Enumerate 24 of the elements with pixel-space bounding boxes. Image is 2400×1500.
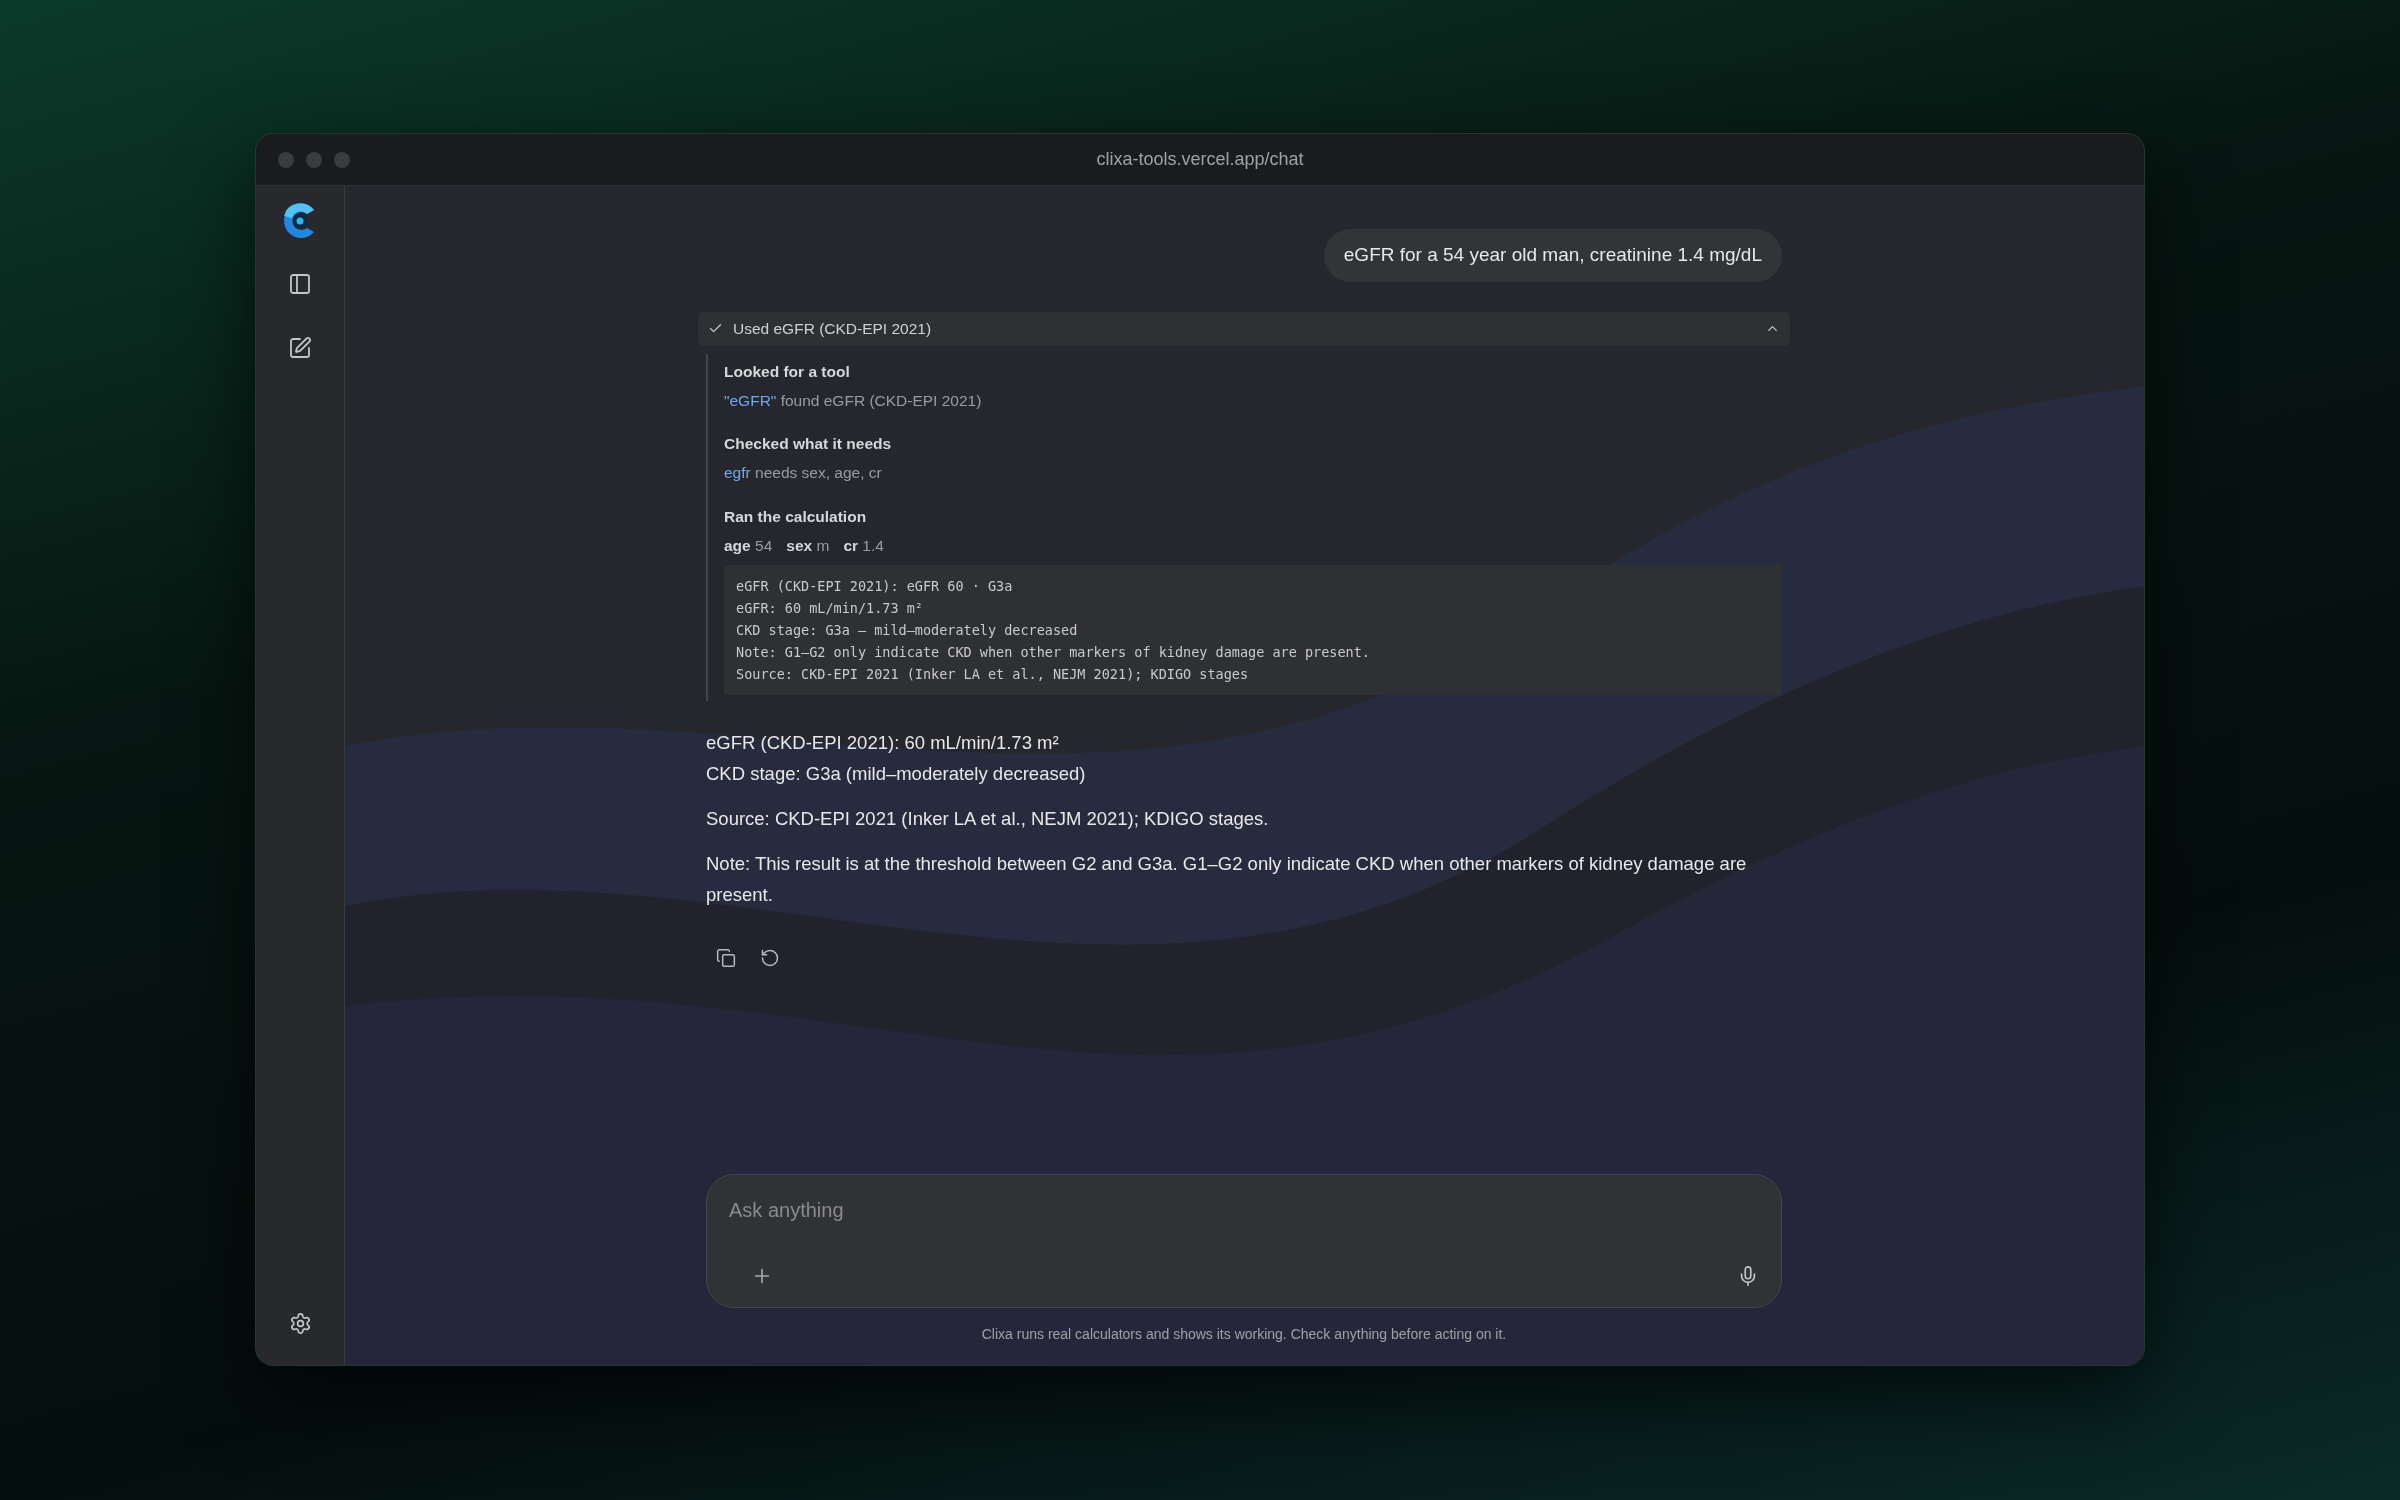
answer-text: eGFR (CKD-EPI 2021): 60 mL/min/1.73 m² [706, 731, 1060, 755]
user-message: eGFR for a 54 year old man, creatinine 1.4 mg/dL [1323, 229, 1782, 282]
disclaimer: Clixa runs real calculators and shows its working. Check anything before acting on it. [980, 1325, 1508, 1344]
answer-text: Note: This result is at the threshold between G2 and G3a. G1–G2 only indicate CKD when other markers of kidney damage are present. [706, 852, 1748, 907]
message-composer[interactable]: Ask anything [706, 1174, 1782, 1308]
answer-text: Source: CKD-EPI 2021 (Inker LA et al., NEJM 2021); KDIGO stages. [706, 807, 1270, 831]
regenerate-icon[interactable] [760, 948, 780, 968]
step-detail: egfr needs sex, age, cr [724, 463, 883, 484]
parameter: age 54 [724, 535, 773, 556]
copy-icon[interactable] [716, 948, 736, 968]
parameter: cr 1.4 [843, 535, 884, 556]
code-output: eGFR (CKD-EPI 2021): eGFR 60 · G3a eGFR: 60 mL/min/1.73 m² CKD stage: G3a — mild–moderately decreased Note: G1–G2 only indicate CKD when other markers of kidney damage are present. Source: CKD-EPI 2021 (Inker LA et al., NEJM 2021); KDIGO stages [724, 565, 1782, 695]
sidebar-toggle-icon[interactable] [288, 272, 312, 296]
answer-text: CKD stage: G3a (mild–moderately decreased) [706, 762, 1087, 786]
step-detail: "eGFR" found eGFR (CKD-EPI 2021) [724, 390, 983, 411]
tool-call-header[interactable]: Used eGFR (CKD-EPI 2021) [698, 311, 1790, 346]
new-chat-icon[interactable] [288, 336, 312, 360]
step-title: Checked what it needs [724, 434, 893, 454]
settings-icon[interactable] [288, 1312, 312, 1335]
window-title: clixa-tools.vercel.app/chat [1096, 148, 1304, 171]
parameter: sex m [786, 535, 830, 556]
step-title: Ran the calculation [724, 506, 868, 527]
message-input[interactable]: Ask anything [729, 1195, 1759, 1225]
step-title: Looked for a tool [724, 361, 851, 382]
